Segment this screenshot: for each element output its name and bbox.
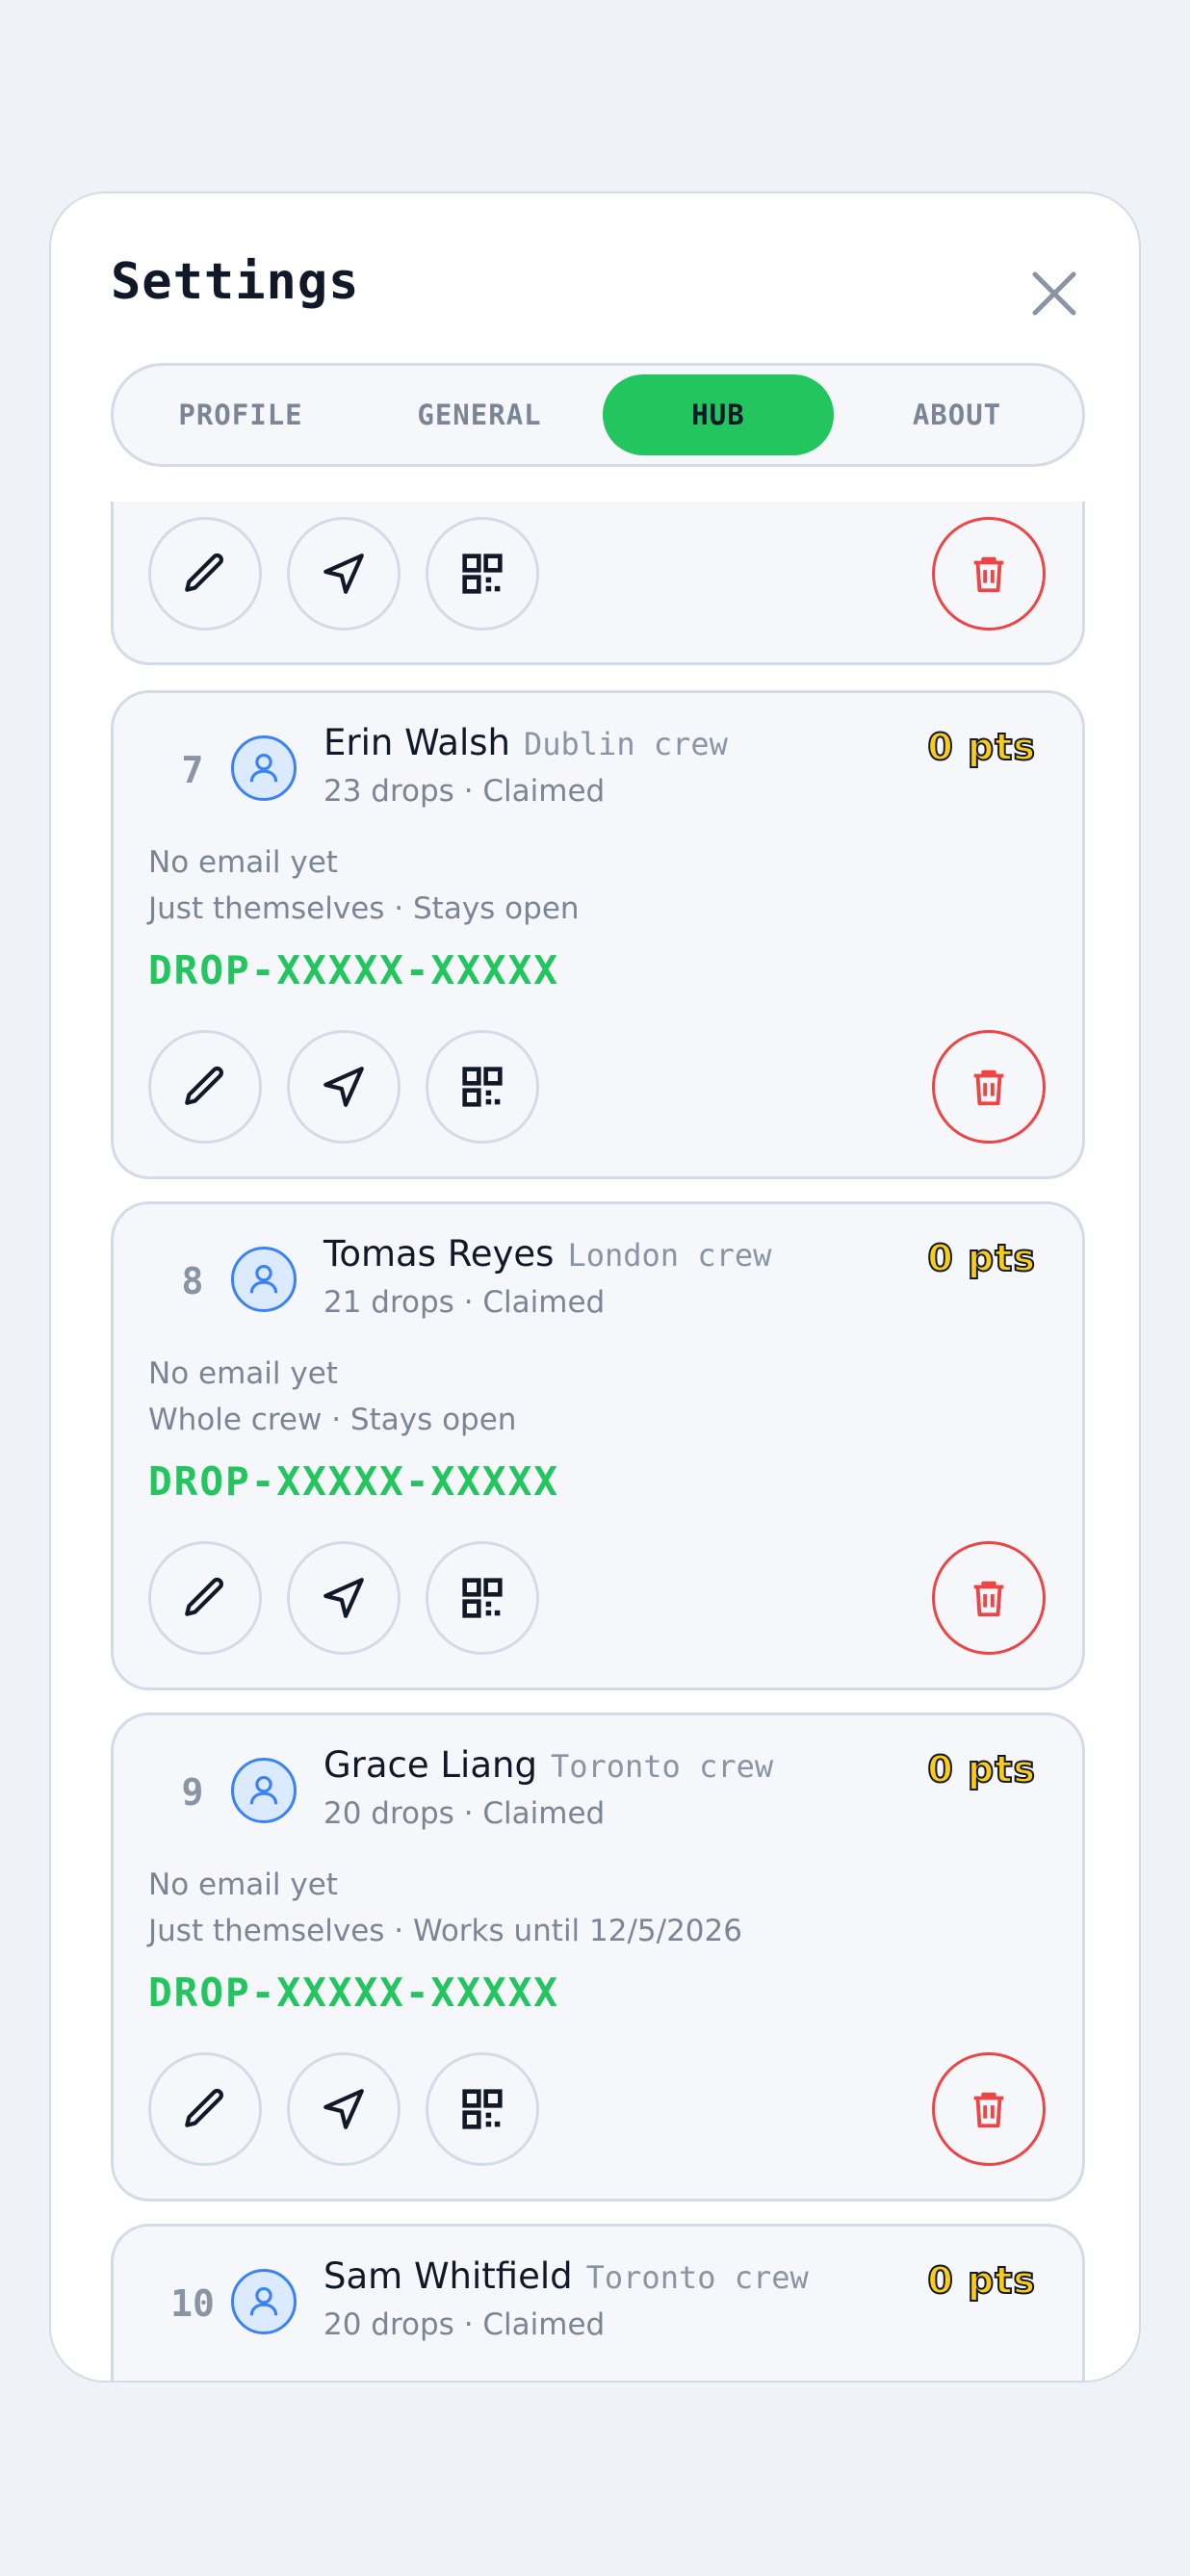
user-icon xyxy=(249,2286,278,2316)
member-crew: Toronto crew xyxy=(550,1748,774,1785)
delete-button[interactable] xyxy=(932,2052,1046,2166)
member-card xyxy=(111,502,1085,665)
member-card: 9 Grace Liang Toronto crew 20 drops · Cla… xyxy=(111,1713,1085,2202)
edit-button[interactable] xyxy=(148,517,262,631)
avatar xyxy=(231,1247,297,1312)
drop-code: DROP-XXXXX-XXXXX xyxy=(148,1458,559,1505)
qr-code-button[interactable] xyxy=(426,517,539,631)
pencil-icon xyxy=(185,1577,223,1616)
member-rank: 10 xyxy=(170,2282,215,2325)
drop-code: DROP-XXXXX-XXXXX xyxy=(148,947,559,993)
member-rank: 8 xyxy=(181,1260,204,1302)
member-list[interactable]: 7 Erin Walsh Dublin crew 23 drops · Claim… xyxy=(51,502,1139,2381)
member-email: No email yet xyxy=(148,1356,338,1391)
tab-hub[interactable]: HUB xyxy=(603,374,834,455)
member-card: 7 Erin Walsh Dublin crew 23 drops · Claim… xyxy=(111,690,1085,1179)
edit-button[interactable] xyxy=(148,1030,262,1144)
member-card: 10 Sam Whitfield Toronto crew 20 drops · … xyxy=(111,2224,1085,2381)
send-icon xyxy=(323,554,364,594)
avatar xyxy=(231,735,297,801)
trash-icon xyxy=(973,2092,1004,2128)
send-button[interactable] xyxy=(287,1541,401,1655)
settings-panel: Settings PROFILE GENERAL HUB ABOUT 7 Eri… xyxy=(49,192,1141,2383)
member-audience: Whole crew · Stays open xyxy=(148,1403,517,1437)
member-name: Grace Liang xyxy=(323,1744,537,1786)
member-crew: Dublin crew xyxy=(523,726,728,762)
edit-button[interactable] xyxy=(148,1541,262,1655)
member-email: No email yet xyxy=(148,1868,338,1902)
edit-button[interactable] xyxy=(148,2052,262,2166)
member-card: 8 Tomas Reyes London crew 21 drops · Clai… xyxy=(111,1201,1085,1690)
trash-icon xyxy=(973,1581,1004,1617)
member-name: Tomas Reyes xyxy=(323,1233,555,1275)
pencil-icon xyxy=(185,1066,223,1105)
qr-code-icon xyxy=(462,1067,503,1107)
pencil-icon xyxy=(185,2088,223,2127)
close-icon xyxy=(1032,271,1076,316)
tab-general[interactable]: GENERAL xyxy=(364,374,595,455)
trash-icon xyxy=(973,1069,1004,1106)
tab-about[interactable]: ABOUT xyxy=(841,374,1073,455)
qr-code-icon xyxy=(462,554,503,594)
qr-code-icon xyxy=(462,1578,503,1618)
qr-code-button[interactable] xyxy=(426,1030,539,1144)
drop-code: DROP-XXXXX-XXXXX xyxy=(148,1970,559,2016)
member-rank: 9 xyxy=(181,1771,204,1814)
avatar xyxy=(231,1758,297,1823)
qr-code-button[interactable] xyxy=(426,1541,539,1655)
trash-icon xyxy=(973,556,1004,593)
send-icon xyxy=(323,1067,364,1107)
member-email: No email yet xyxy=(148,845,338,880)
member-meta: 23 drops · Claimed xyxy=(323,774,606,809)
delete-button[interactable] xyxy=(932,1541,1046,1655)
close-button[interactable] xyxy=(1025,265,1083,322)
points-badge: 0 pts xyxy=(926,2258,1036,2303)
user-icon xyxy=(249,753,278,783)
avatar xyxy=(231,2269,297,2334)
member-rank: 7 xyxy=(181,749,204,791)
send-icon xyxy=(323,2089,364,2129)
points-badge: 0 pts xyxy=(926,1236,1036,1280)
delete-button[interactable] xyxy=(932,517,1046,631)
user-icon xyxy=(249,1264,278,1294)
member-meta: 20 drops · Claimed xyxy=(323,1796,606,1831)
member-name: Erin Walsh xyxy=(323,722,510,763)
qr-code-button[interactable] xyxy=(426,2052,539,2166)
member-meta: 20 drops · Claimed xyxy=(323,2307,606,2342)
member-crew: London crew xyxy=(567,1237,772,1274)
points-badge: 0 pts xyxy=(926,725,1036,769)
delete-button[interactable] xyxy=(932,1030,1046,1144)
user-icon xyxy=(249,1775,278,1805)
page-title: Settings xyxy=(111,253,360,311)
send-button[interactable] xyxy=(287,2052,401,2166)
member-meta: 21 drops · Claimed xyxy=(323,1285,606,1320)
send-button[interactable] xyxy=(287,517,401,631)
tab-profile[interactable]: PROFILE xyxy=(125,374,356,455)
member-name: Sam Whitfield xyxy=(323,2255,573,2297)
settings-tabs: PROFILE GENERAL HUB ABOUT xyxy=(111,363,1085,467)
send-button[interactable] xyxy=(287,1030,401,1144)
points-badge: 0 pts xyxy=(926,1747,1036,1791)
member-audience: Just themselves · Stays open xyxy=(148,891,580,926)
send-icon xyxy=(323,1578,364,1618)
qr-code-icon xyxy=(462,2089,503,2129)
member-crew: Toronto crew xyxy=(585,2259,809,2296)
pencil-icon xyxy=(185,553,223,592)
member-audience: Just themselves · Works until 12/5/2026 xyxy=(148,1914,742,1948)
